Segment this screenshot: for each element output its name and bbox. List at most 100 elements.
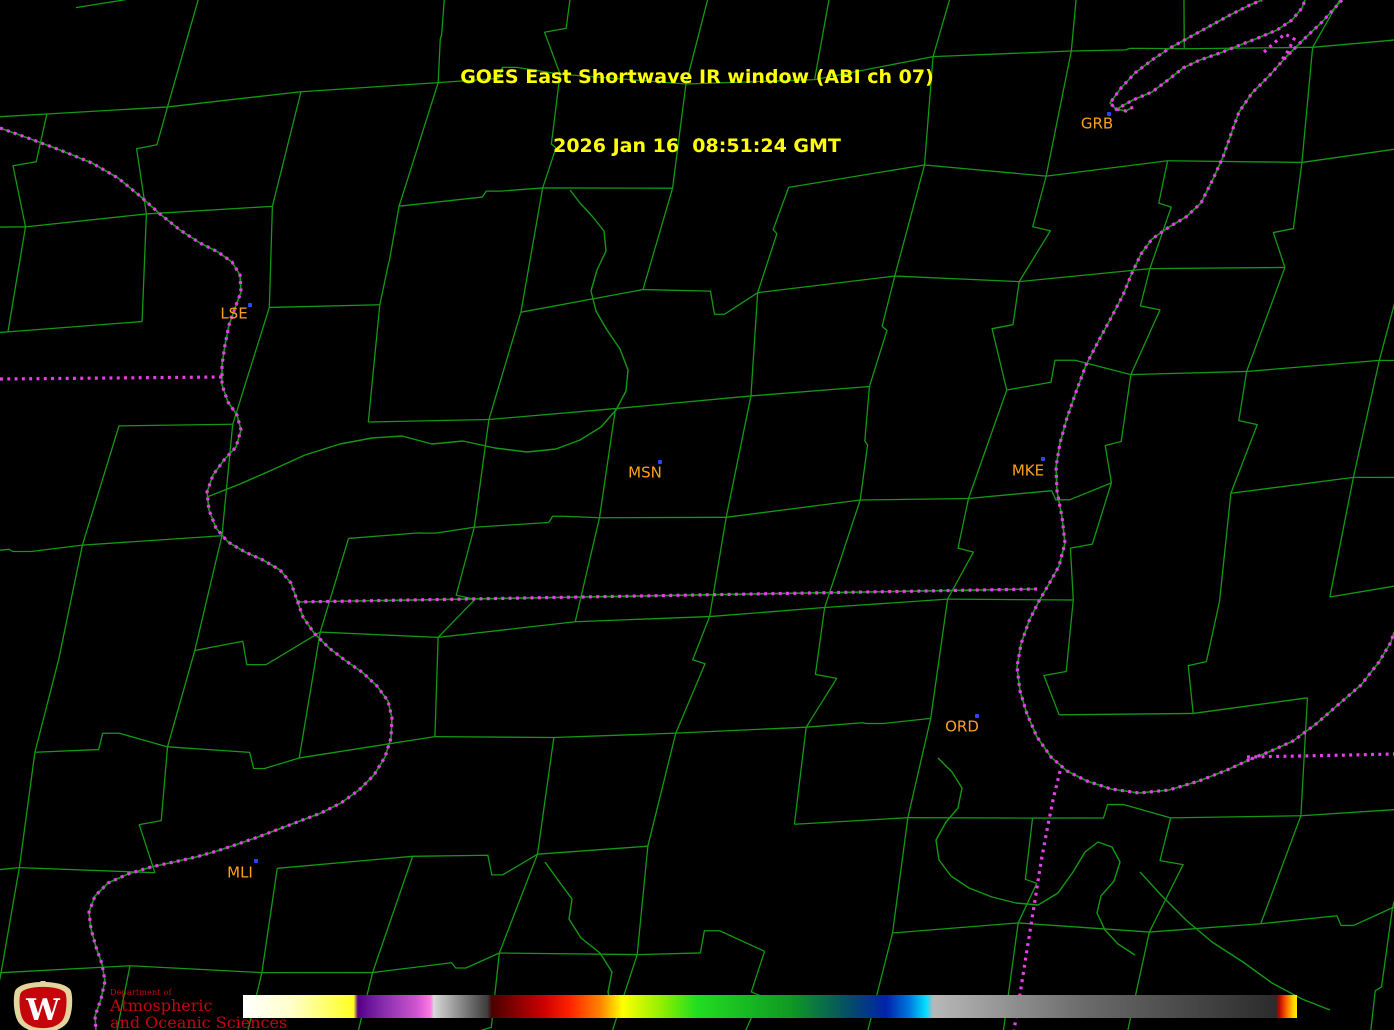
wisconsin-river — [207, 190, 628, 497]
county-line — [119, 424, 233, 426]
county-line — [676, 617, 710, 734]
county-line — [948, 499, 974, 600]
county-line — [130, 966, 262, 973]
uw-crest-icon: W — [6, 981, 80, 1030]
county-line — [380, 206, 399, 305]
county-line — [1301, 808, 1394, 816]
logo-dept-name-1: Atmospheric — [110, 998, 287, 1014]
station-label-GRB: GRB — [1081, 117, 1113, 132]
county-line — [1007, 360, 1131, 390]
county-line — [1131, 269, 1160, 375]
county-line — [1353, 360, 1379, 477]
county-line — [277, 856, 412, 868]
county-line — [474, 516, 599, 527]
county-line — [1379, 264, 1394, 360]
county-line — [1, 966, 130, 973]
county-line — [794, 818, 907, 825]
county-line — [860, 387, 869, 501]
county-line — [1149, 924, 1260, 932]
county-line — [575, 518, 599, 622]
county-line — [931, 599, 948, 718]
county-line — [474, 420, 489, 528]
station-dot-MSN — [658, 460, 662, 464]
county-line — [299, 737, 435, 758]
county-line — [82, 426, 119, 545]
mississippi-river-shoreline — [0, 128, 392, 1030]
logo-text: Department of Atmospheric and Oceanic Sc… — [110, 981, 287, 1030]
county-line — [195, 536, 222, 651]
county-line — [726, 396, 751, 517]
county-line — [1131, 371, 1247, 374]
station-label-ORD: ORD — [945, 720, 979, 735]
county-line — [538, 846, 648, 854]
county-line — [320, 538, 348, 632]
county-line — [893, 923, 1019, 933]
county-line — [860, 499, 968, 500]
county-line — [0, 332, 8, 341]
county-line — [438, 527, 475, 637]
county-line — [676, 727, 806, 733]
county-line — [1247, 267, 1285, 371]
county-line — [1059, 713, 1193, 714]
county-line — [1171, 816, 1301, 818]
county-line — [1371, 908, 1393, 1030]
county-line — [195, 632, 320, 665]
uw-aos-logo: W Department of Atmospheric and Oceanic … — [6, 981, 287, 1030]
county-line — [299, 632, 320, 758]
mississippi-river — [0, 128, 392, 1030]
county-line — [82, 536, 222, 545]
county-line — [19, 752, 35, 867]
county-line — [1105, 375, 1131, 483]
county-line — [26, 214, 147, 227]
county-line — [8, 322, 142, 332]
image-title: GOES East Shortwave IR window (ABI ch 07… — [0, 20, 1394, 204]
crest-letter-w: W — [25, 993, 61, 1028]
station-label-MKE: MKE — [1012, 464, 1044, 479]
county-line — [413, 854, 538, 875]
county-line — [575, 617, 709, 622]
county-line — [1231, 371, 1257, 493]
station-label-MLI: MLI — [227, 866, 253, 881]
mn-ia-border — [0, 377, 222, 379]
county-line — [1247, 360, 1380, 371]
temperature-colorbar — [243, 995, 1297, 1018]
county-line — [806, 718, 930, 727]
station-dot-GRB — [1107, 112, 1111, 116]
county-line — [1379, 360, 1394, 361]
county-line — [320, 632, 438, 637]
in-mi-border — [1247, 754, 1394, 757]
county-line — [758, 276, 895, 293]
lake-michigan-east-shore-shoreline — [1251, 632, 1394, 759]
county-line — [349, 527, 475, 538]
county-line — [1193, 698, 1307, 714]
county-line — [710, 517, 727, 616]
station-dot-MKE — [1041, 457, 1045, 461]
county-line — [893, 818, 908, 933]
county-line — [1044, 600, 1073, 715]
station-dot-LSE — [248, 303, 252, 307]
county-line — [637, 931, 764, 955]
county-line — [1149, 818, 1183, 932]
county-line — [1231, 477, 1354, 493]
county-line — [554, 733, 676, 737]
station-dot-MLI — [254, 859, 258, 863]
county-line — [478, 953, 499, 1030]
county-line — [269, 305, 379, 308]
county-line — [825, 599, 948, 607]
county-line — [908, 718, 931, 817]
county-line — [1220, 493, 1231, 601]
county-line — [168, 747, 300, 769]
county-line — [968, 390, 1006, 499]
county-line — [435, 637, 438, 736]
county-line — [1033, 805, 1171, 818]
county-line — [499, 953, 637, 955]
county-line — [968, 483, 1111, 500]
county-line — [76, 0, 202, 8]
county-line — [895, 276, 1019, 282]
county-line — [269, 206, 272, 307]
fox-river — [545, 862, 612, 1010]
county-line — [992, 282, 1019, 390]
county-line — [35, 733, 168, 752]
county-line — [368, 305, 379, 422]
county-line — [1018, 923, 1149, 932]
